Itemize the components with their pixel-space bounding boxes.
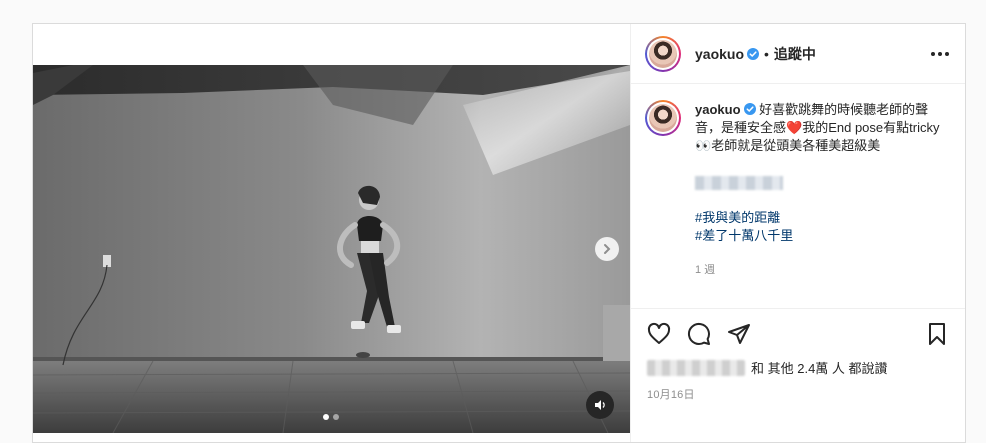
more-icon[interactable] <box>931 51 949 56</box>
bookmark-icon[interactable] <box>925 322 949 346</box>
separator-dot: • <box>764 45 769 62</box>
comment-icon[interactable] <box>687 322 711 346</box>
eyes-emoji: 👀 <box>695 138 712 153</box>
caption-username[interactable]: yaokuo <box>695 102 741 117</box>
dance-video-frame <box>33 65 630 433</box>
username-link[interactable]: yaokuo <box>695 46 744 62</box>
heart-icon[interactable] <box>647 322 671 346</box>
caption-time[interactable]: 1 週 <box>695 261 949 279</box>
post-actions: 和 其他 2.4萬 人 都說讚 10月16日 <box>631 308 965 402</box>
paper-plane-icon[interactable] <box>727 322 751 346</box>
caption-row: yaokuo 好喜歡跳舞的時候聽老師的聲音，是種安全感❤️我的End pose有… <box>645 100 949 279</box>
carousel-dot-active <box>323 414 329 420</box>
carousel-indicator <box>323 414 339 420</box>
carousel-next-button[interactable] <box>595 237 619 261</box>
blurred-mention <box>695 175 783 190</box>
verified-badge-icon <box>743 103 756 115</box>
hashtag-link[interactable]: #我與美的距離 <box>695 209 949 227</box>
caption-avatar[interactable] <box>645 100 681 136</box>
blurred-liker-names <box>647 359 745 376</box>
avatar[interactable] <box>645 35 681 72</box>
caption-text: yaokuo 好喜歡跳舞的時候聽老師的聲音，是種安全感❤️我的End pose有… <box>695 101 949 279</box>
post-date[interactable]: 10月16日 <box>647 386 949 402</box>
chevron-right-icon <box>604 244 611 254</box>
hashtag-link[interactable]: #差了十萬八千里 <box>695 227 949 245</box>
caption-part: 我的End pose有點tricky <box>802 120 940 135</box>
post-side-panel: yaokuo • 追蹤中 yaokuo 好喜歡跳舞的時候聽老師的聲音，是種安全感… <box>630 24 965 442</box>
comments-section: yaokuo 好喜歡跳舞的時候聽老師的聲音，是種安全感❤️我的End pose有… <box>631 85 965 309</box>
post-header: yaokuo • 追蹤中 <box>631 24 965 84</box>
caption-part: 老師就是從頭美各種美超級美 <box>711 138 881 153</box>
following-button[interactable]: 追蹤中 <box>774 44 816 64</box>
carousel-dot <box>333 414 339 420</box>
verified-badge-icon <box>747 47 760 60</box>
instagram-post: yaokuo • 追蹤中 yaokuo 好喜歡跳舞的時候聽老師的聲音，是種安全感… <box>32 23 966 443</box>
speaker-icon <box>595 400 605 410</box>
likes-summary[interactable]: 和 其他 2.4萬 人 都說讚 <box>647 358 949 377</box>
sound-toggle-button[interactable] <box>586 391 614 419</box>
action-icons <box>647 319 949 349</box>
likes-text: 和 其他 2.4萬 人 都說讚 <box>751 361 888 376</box>
heart-emoji: ❤️ <box>786 120 803 135</box>
post-media[interactable] <box>33 65 630 433</box>
